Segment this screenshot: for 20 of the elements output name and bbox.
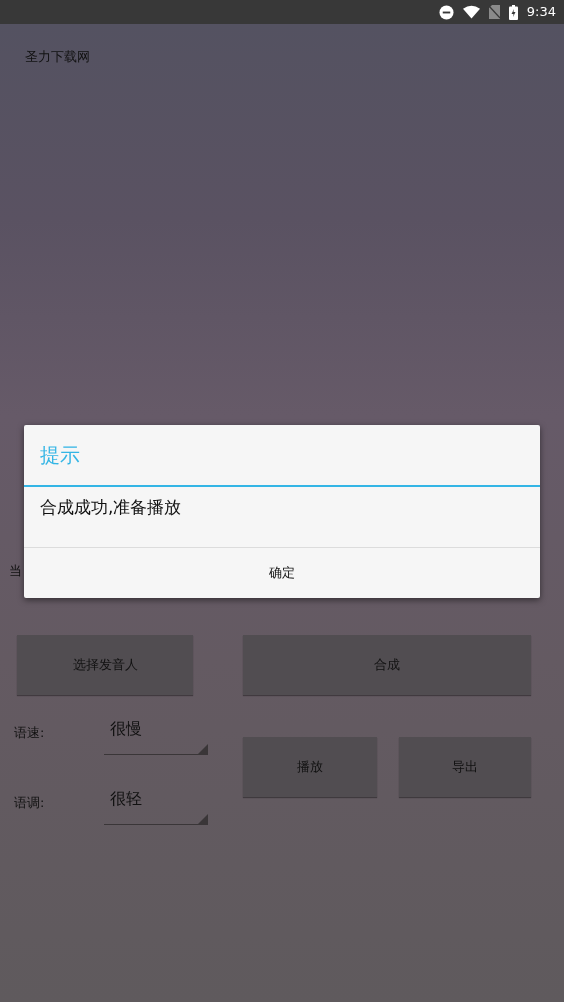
dropdown[interactable]: 很慢	[104, 712, 208, 755]
status-time: 9:34	[526, 3, 556, 22]
export-button[interactable]: 导出	[399, 736, 531, 797]
wifi-icon	[462, 5, 480, 19]
dropdown-corner-icon	[198, 743, 208, 754]
setting-label: 语调:	[14, 793, 46, 812]
app-title: 圣力下载网	[25, 48, 91, 66]
setting-label: 语速:	[14, 723, 46, 742]
dropdown[interactable]: 很轻	[104, 782, 208, 825]
select-voice-button[interactable]: 选择发音人	[17, 634, 193, 695]
status-text: 当	[9, 562, 22, 579]
confirm-button[interactable]: 确定	[24, 548, 540, 598]
play-button[interactable]: 播放	[243, 736, 377, 797]
dialog-title: 提示	[39, 442, 81, 469]
do-not-disturb-icon	[438, 4, 454, 20]
battery-charging-icon	[508, 4, 518, 20]
dropdown-corner-icon	[198, 813, 208, 824]
no-sim-icon	[488, 5, 500, 19]
synthesize-button[interactable]: 合成	[243, 634, 531, 695]
dialog-message: 合成成功,准备播放	[39, 496, 183, 519]
